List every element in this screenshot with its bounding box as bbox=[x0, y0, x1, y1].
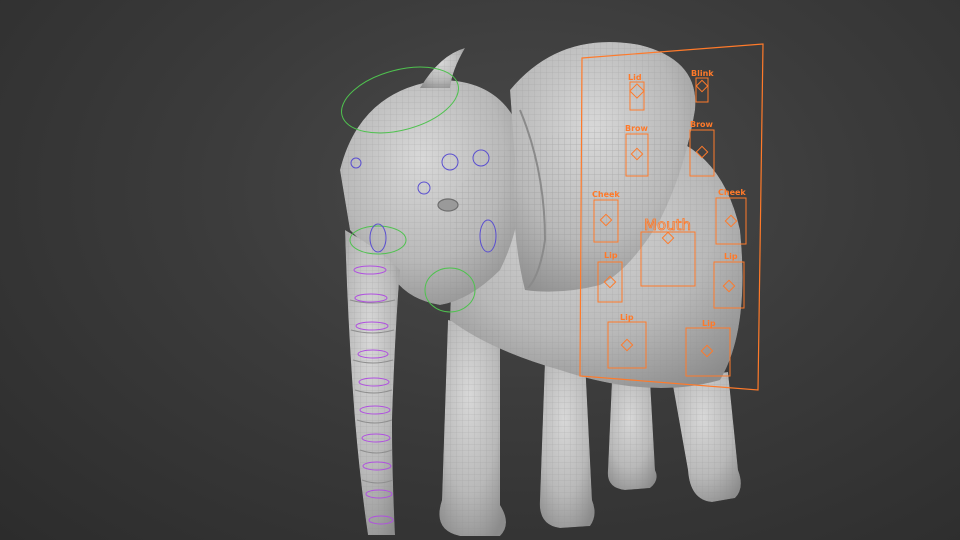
ctl-lip-lower-right-label: Lip bbox=[702, 319, 716, 328]
ctl-brow-right-label: Brow bbox=[690, 120, 714, 129]
ctl-cheek-right-label: Cheek bbox=[718, 188, 746, 197]
ctl-lip-upper-left-label: Lip bbox=[604, 251, 618, 260]
elephant-mesh[interactable] bbox=[340, 42, 743, 536]
ctl-brow-left-label: Brow bbox=[625, 124, 649, 133]
ctl-lip-lower-left-label: Lip bbox=[620, 313, 634, 322]
3d-viewport[interactable]: Lid Blink Brow Brow Cheek Cheek Mouth Li… bbox=[0, 0, 960, 540]
eye bbox=[437, 198, 459, 212]
ctl-lip-upper-right-label: Lip bbox=[724, 252, 738, 261]
ctl-blink-handle[interactable] bbox=[695, 79, 709, 93]
scene-canvas[interactable]: Lid Blink Brow Brow Cheek Cheek Mouth Li… bbox=[0, 0, 960, 540]
ctl-blink-label: Blink bbox=[691, 69, 714, 78]
ctl-mouth-label: Mouth bbox=[644, 216, 691, 234]
ctl-lid-label: Lid bbox=[628, 73, 642, 82]
ctl-cheek-left-label: Cheek bbox=[592, 190, 620, 199]
